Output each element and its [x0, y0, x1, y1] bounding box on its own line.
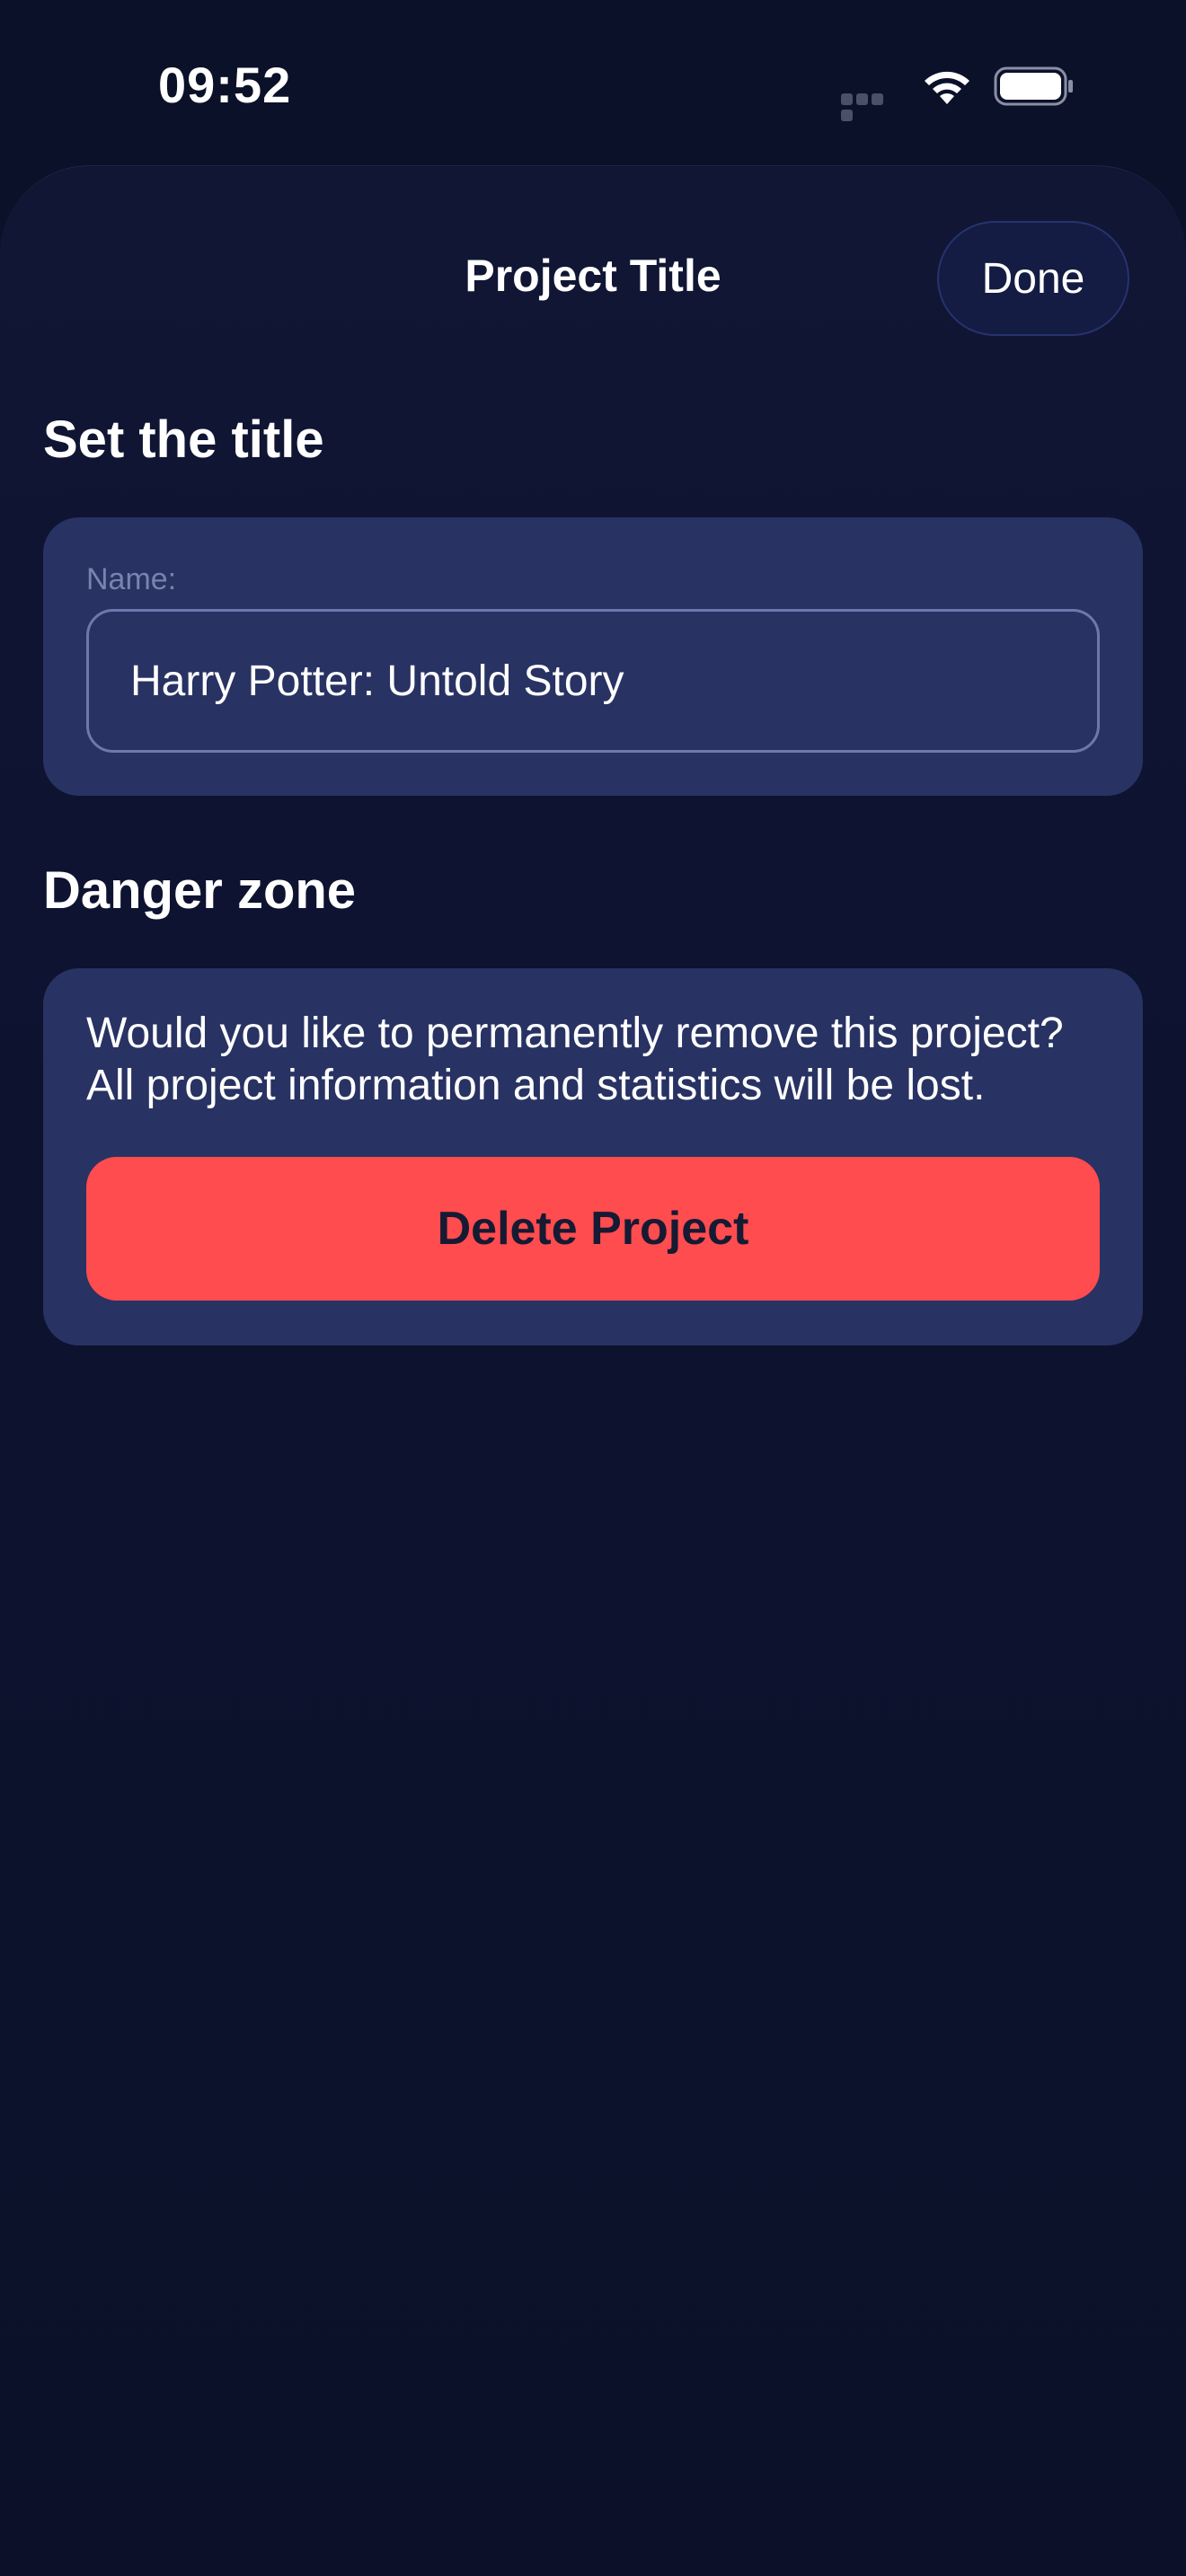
signal-icon [841, 93, 900, 121]
delete-project-button[interactable]: Delete Project [86, 1157, 1100, 1301]
screen: 09:52 Project Title Done Set the title N… [0, 0, 1186, 2576]
wifi-icon [925, 71, 969, 104]
danger-zone-heading: Danger zone [43, 861, 357, 920]
delete-warning-text: Would you like to permanently remove thi… [86, 1010, 1064, 1109]
project-name-input[interactable] [86, 609, 1100, 753]
name-field-label: Name: [86, 562, 177, 596]
status-bar: 09:52 [0, 0, 1186, 171]
title-card: Name: [43, 517, 1143, 796]
set-title-heading: Set the title [43, 410, 324, 469]
danger-card: Would you like to permanently remove thi… [43, 968, 1143, 1345]
battery-icon [994, 66, 1073, 106]
done-button[interactable]: Done [937, 221, 1129, 336]
status-time: 09:52 [158, 57, 292, 113]
